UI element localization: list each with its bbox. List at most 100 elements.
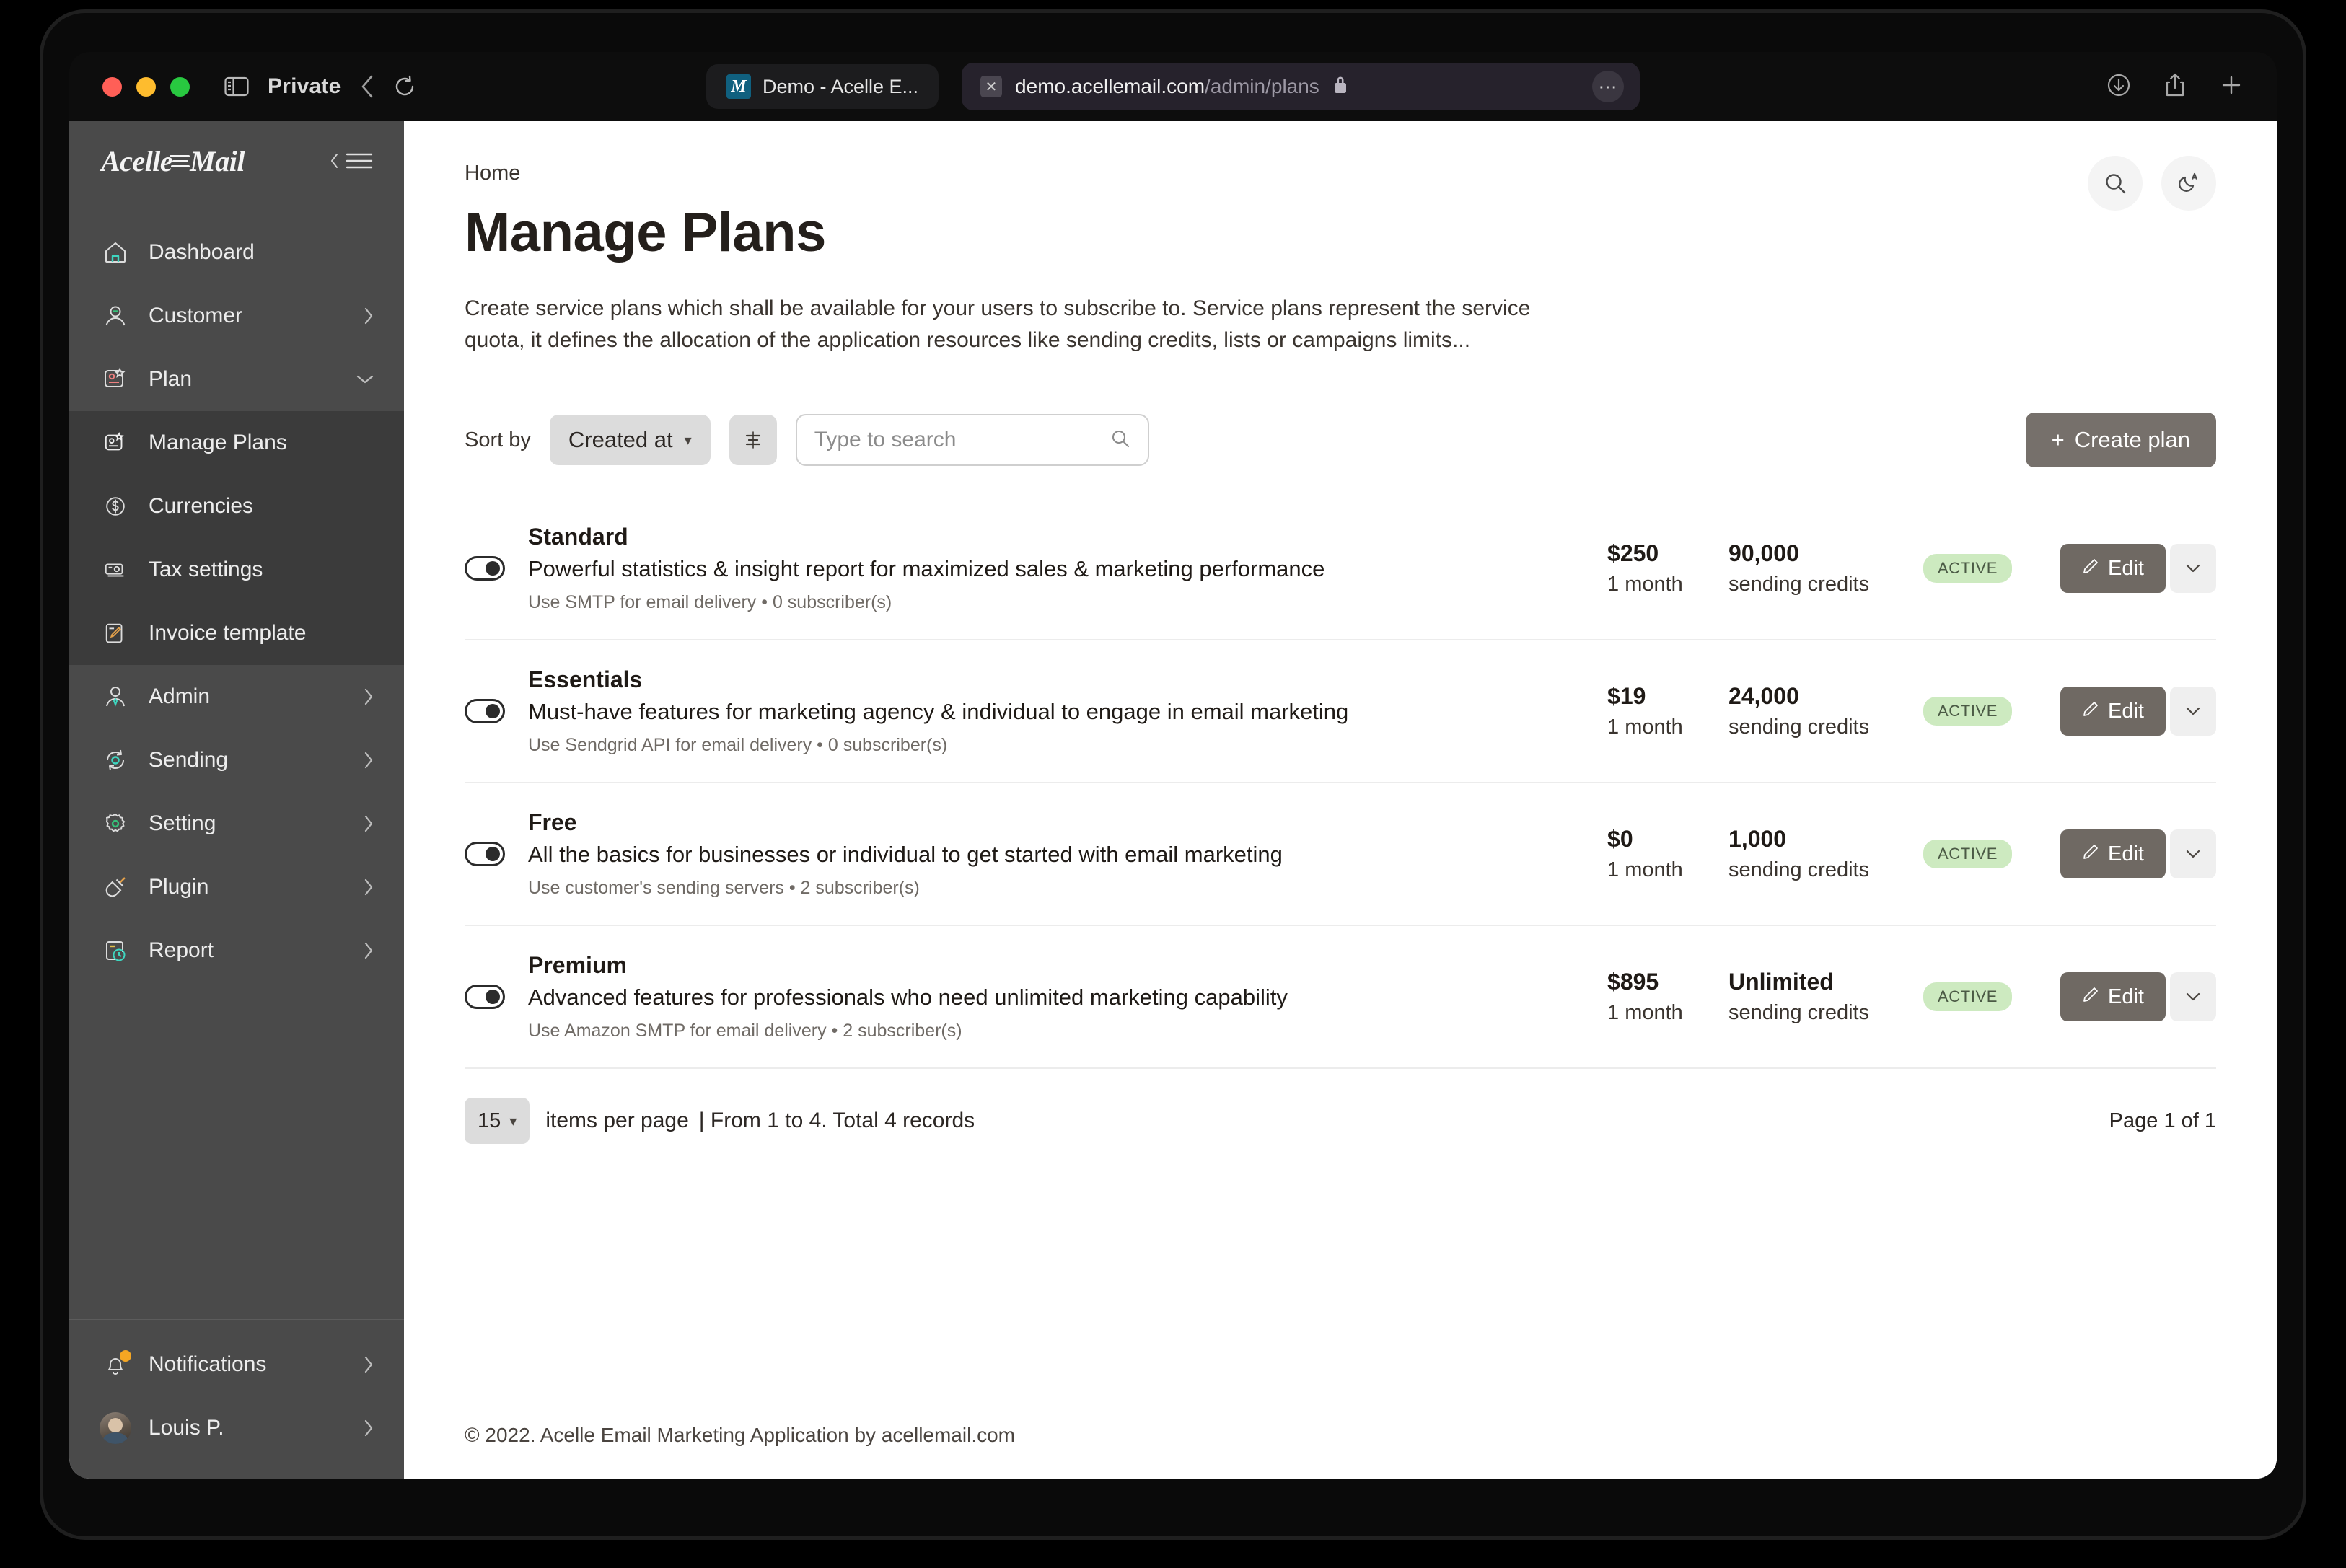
- plan-enabled-toggle[interactable]: [465, 556, 505, 581]
- plan-info: Standard Powerful statistics & insight r…: [528, 524, 1607, 613]
- sort-direction-button[interactable]: [729, 415, 777, 466]
- search-icon: [1110, 428, 1130, 452]
- chevron-right-icon: [362, 1418, 375, 1438]
- plan-status-cell: ACTIVE: [1923, 554, 2060, 583]
- browser-tab[interactable]: M Demo - Acelle E...: [706, 64, 939, 109]
- app-logo[interactable]: Acelle Mail: [101, 144, 245, 178]
- sidebar-item-label: Currencies: [149, 494, 254, 518]
- dark-mode-auto-icon[interactable]: [2161, 156, 2216, 211]
- plan-list: Standard Powerful statistics & insight r…: [465, 498, 2216, 1070]
- url-domain: demo.acellemail.com: [1015, 75, 1205, 97]
- laptop-frame: Private M Demo - Acelle E... ✕ demo.acel…: [43, 13, 2303, 1536]
- invoice-edit-icon: [101, 619, 130, 648]
- plan-meta: Use Sendgrid API for email delivery • 0 …: [528, 735, 948, 756]
- main-content: Home Manage Plans Create service plans w…: [404, 121, 2277, 1479]
- plan-more-actions-button[interactable]: [2170, 687, 2216, 736]
- sidebar-item-sending[interactable]: Sending: [69, 728, 404, 792]
- edit-plan-button[interactable]: Edit: [2060, 972, 2166, 1022]
- edit-plan-button[interactable]: Edit: [2060, 829, 2166, 879]
- sidebar-item-label: Report: [149, 938, 214, 962]
- items-per-page-select[interactable]: 15 ▾: [465, 1098, 530, 1145]
- sidebar-item-invoice-template[interactable]: Invoice template: [69, 602, 404, 665]
- close-window-button[interactable]: [102, 76, 122, 97]
- plan-actions: Edit: [2060, 687, 2216, 736]
- sort-by-value: Created at: [568, 427, 673, 453]
- screen: Private M Demo - Acelle E... ✕ demo.acel…: [69, 52, 2277, 1479]
- plan-enabled-toggle[interactable]: [465, 842, 505, 867]
- plan-status-cell: ACTIVE: [1923, 697, 2060, 726]
- user-icon: [101, 301, 130, 330]
- sidebar-toggle-icon[interactable]: [224, 76, 249, 97]
- window-traffic-lights[interactable]: [102, 76, 190, 97]
- items-per-page-value: 15: [478, 1109, 501, 1132]
- maximize-window-button[interactable]: [170, 76, 190, 97]
- plan-description: Must-have features for marketing agency …: [528, 699, 1349, 725]
- reload-icon[interactable]: [394, 75, 416, 98]
- search-icon[interactable]: [2088, 156, 2143, 211]
- sidebar-item-customer[interactable]: Customer: [69, 284, 404, 348]
- plan-more-actions-button[interactable]: [2170, 829, 2216, 879]
- sidebar-bottom: Notifications Louis P.: [69, 1319, 404, 1479]
- breadcrumb[interactable]: Home: [465, 162, 2216, 185]
- search-input[interactable]: [814, 428, 1110, 453]
- sidebar-item-report[interactable]: Report: [69, 919, 404, 982]
- url-bar[interactable]: ✕ demo.acellemail.com/admin/plans ⋯: [962, 63, 1640, 110]
- plan-period: 1 month: [1607, 573, 1683, 596]
- plan-meta: Use SMTP for email delivery • 0 subscrib…: [528, 592, 892, 613]
- plan-name: Free: [528, 809, 577, 836]
- sort-by-select[interactable]: Created at ▾: [549, 415, 711, 466]
- sidebar-item-user-profile[interactable]: Louis P.: [69, 1396, 404, 1460]
- minimize-window-button[interactable]: [136, 76, 156, 97]
- application: Acelle Mail Dashboard Customer Plan Mana…: [69, 121, 2277, 1479]
- plan-credits: 24,000: [1728, 683, 1799, 710]
- chevron-right-icon: [362, 814, 375, 834]
- sidebar-item-currencies[interactable]: Currencies: [69, 475, 404, 538]
- new-tab-icon[interactable]: [2219, 73, 2244, 101]
- chevron-right-icon: [362, 1355, 375, 1375]
- chevron-right-icon: [362, 877, 375, 897]
- chevron-right-icon: [362, 306, 375, 326]
- plan-enabled-toggle[interactable]: [465, 699, 505, 724]
- plan-credits-label: sending credits: [1728, 573, 1870, 596]
- plan-enabled-toggle[interactable]: [465, 985, 505, 1010]
- dollar-circle-icon: [101, 492, 130, 521]
- share-icon[interactable]: [2164, 72, 2186, 102]
- plan-credits-label: sending credits: [1728, 715, 1870, 739]
- pencil-icon: [2082, 700, 2099, 723]
- search-box[interactable]: [795, 414, 1149, 467]
- plan-info: Free All the basics for businesses or in…: [528, 809, 1607, 899]
- create-plan-button[interactable]: + Create plan: [2025, 413, 2216, 468]
- plan-description: Powerful statistics & insight report for…: [528, 556, 1325, 582]
- sidebar-item-plan[interactable]: Plan: [69, 348, 404, 411]
- sidebar-item-label: Customer: [149, 304, 243, 327]
- tab-title: Demo - Acelle E...: [762, 75, 919, 97]
- plan-meta: Use Amazon SMTP for email delivery • 2 s…: [528, 1021, 962, 1041]
- plan-price-cell: $250 1 month: [1607, 540, 1728, 596]
- sidebar-item-manage-plans[interactable]: Manage Plans: [69, 411, 404, 475]
- edit-plan-button[interactable]: Edit: [2060, 544, 2166, 594]
- edit-label: Edit: [2108, 842, 2144, 866]
- sidebar-item-admin[interactable]: Admin: [69, 665, 404, 728]
- sidebar-item-plugin[interactable]: Plugin: [69, 855, 404, 919]
- page-menu-icon[interactable]: ⋯: [1592, 71, 1625, 102]
- plan-price: $19: [1607, 683, 1646, 710]
- plan-meta: Use customer's sending servers • 2 subsc…: [528, 878, 920, 899]
- downloads-icon[interactable]: [2106, 73, 2131, 101]
- stop-loading-icon[interactable]: ✕: [980, 76, 1003, 97]
- back-chevron-icon[interactable]: [359, 74, 375, 99]
- table-row: Standard Powerful statistics & insight r…: [465, 498, 2216, 641]
- sidebar-item-dashboard[interactable]: Dashboard: [69, 221, 404, 284]
- sidebar-item-setting[interactable]: Setting: [69, 792, 404, 855]
- items-per-page-label: items per page: [545, 1109, 689, 1133]
- sidebar-item-notifications[interactable]: Notifications: [69, 1333, 404, 1396]
- sidebar-item-tax-settings[interactable]: Tax settings: [69, 538, 404, 602]
- pagination: 15 ▾ items per page | From 1 to 4. Total…: [465, 1098, 2216, 1145]
- sending-refresh-icon: [101, 746, 130, 775]
- collapse-sidebar-button[interactable]: [329, 150, 374, 172]
- plan-more-actions-button[interactable]: [2170, 972, 2216, 1022]
- edit-plan-button[interactable]: Edit: [2060, 687, 2166, 736]
- sidebar-item-label: Sending: [149, 748, 229, 772]
- plan-more-actions-button[interactable]: [2170, 544, 2216, 594]
- home-icon: [101, 238, 130, 267]
